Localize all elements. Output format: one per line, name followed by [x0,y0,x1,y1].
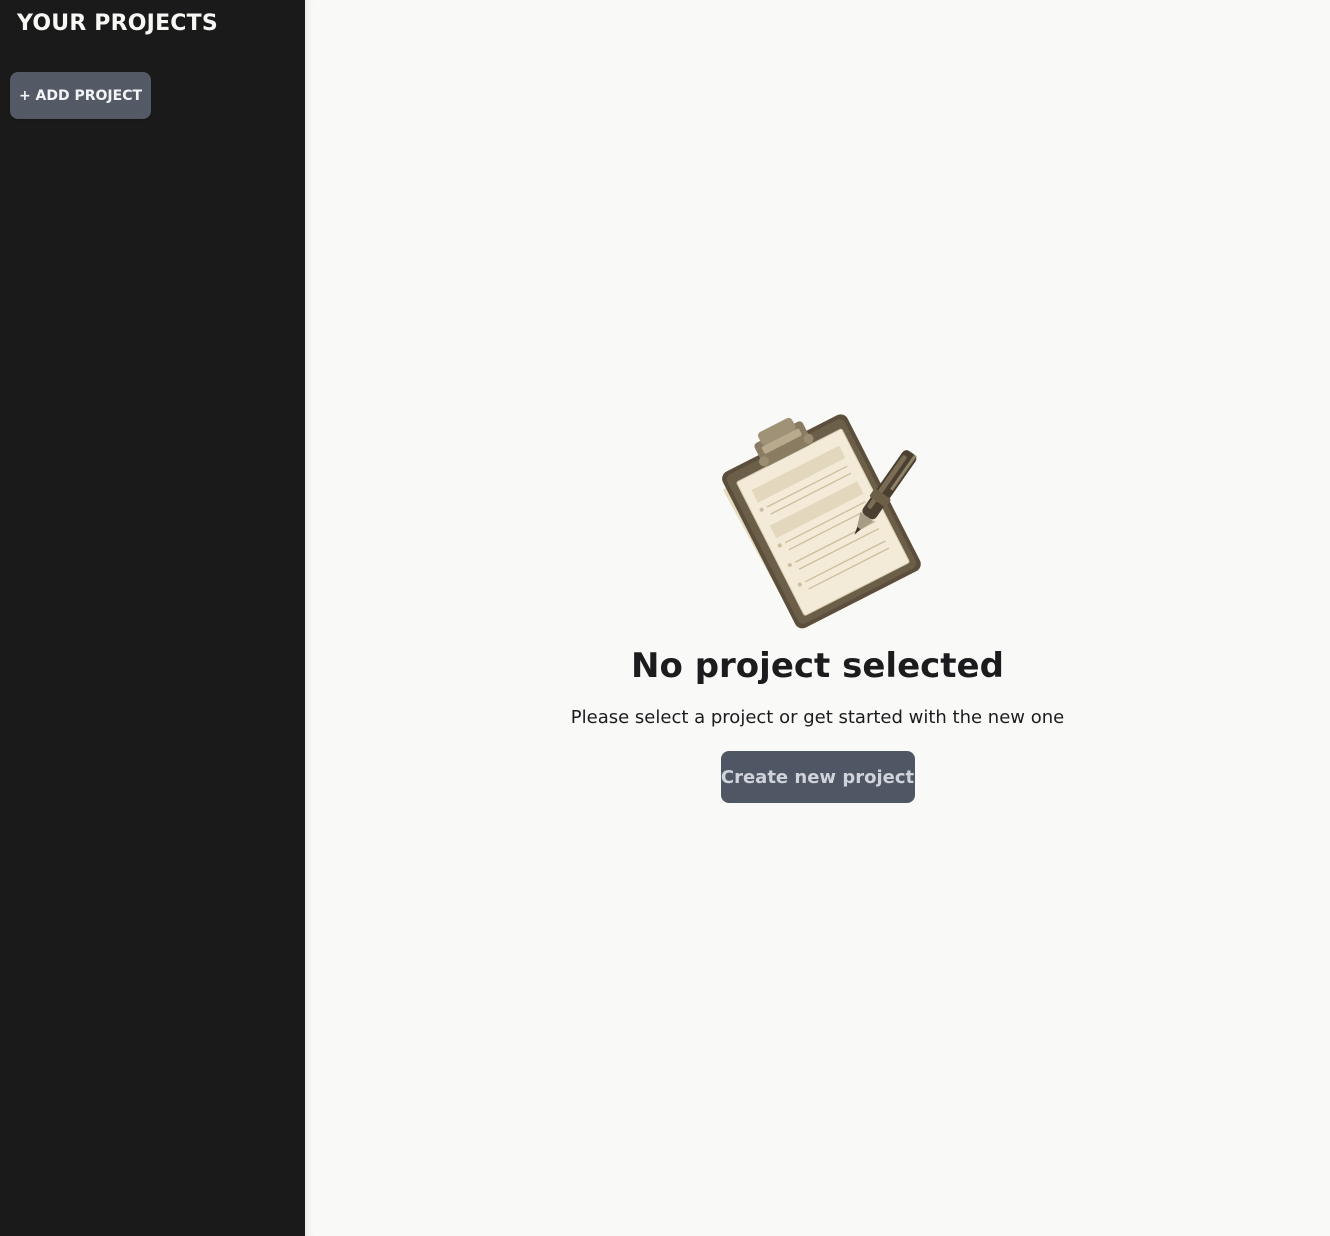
sidebar: YOUR PROJECTS + ADD PROJECT [0,0,305,1236]
create-new-project-button[interactable]: Create new project [720,751,915,803]
main-content: No project selected Please select a proj… [305,0,1330,1236]
empty-state-subtitle: Please select a project or get started w… [570,707,1065,728]
empty-state: No project selected Please select a proj… [305,405,1330,803]
sidebar-title: YOUR PROJECTS [17,11,218,36]
empty-state-title: No project selected [631,646,1004,686]
add-project-button[interactable]: + ADD PROJECT [10,72,151,119]
app-root: YOUR PROJECTS + ADD PROJECT No project s… [0,0,1330,1236]
clipboard-with-pen-icon [721,414,921,629]
